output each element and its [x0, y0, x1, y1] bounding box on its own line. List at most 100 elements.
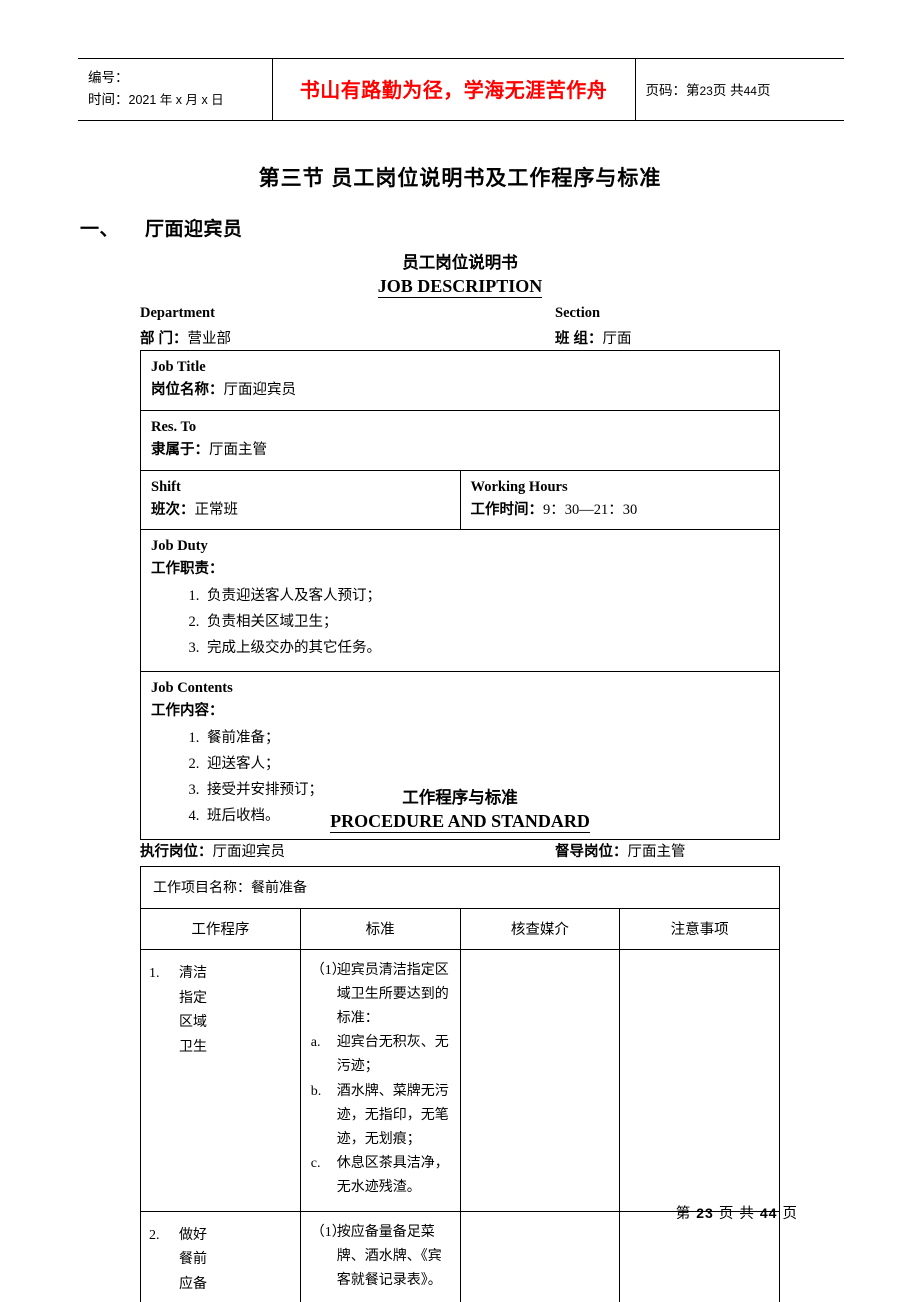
procedure-line: 指定	[179, 990, 207, 1006]
list-item: 负责迎送客人及客人预订；	[203, 584, 769, 610]
job-description-title-cn: 员工岗位说明书	[402, 254, 518, 272]
header-date-line: 时间：2021 年 x 月 x 日	[88, 89, 262, 111]
section-cn-field: 班 组：厅面	[555, 331, 632, 347]
job-contents-cn-label: 工作内容：	[151, 703, 224, 720]
job-title-cell: Job Title 岗位名称：厅面迎宾员	[140, 350, 780, 411]
procedure-line: 区域	[179, 1015, 207, 1030]
page-footer: 第 23 页 共 44 页	[0, 1202, 920, 1223]
project-name-label: 工作项目名称：	[153, 881, 251, 896]
procedure-line: 2. 做好	[149, 1227, 207, 1243]
table-row-job-title: Job Title 岗位名称：厅面迎宾员	[140, 350, 780, 411]
job-title-value: 厅面迎宾员	[223, 382, 297, 399]
header-code-date-cell: 编号： 时间：2021 年 x 月 x 日	[78, 58, 273, 121]
footer-total-pages: 44	[759, 1205, 778, 1221]
column-header-medium: 核查媒介	[459, 908, 621, 950]
medium-cell-1	[459, 949, 621, 1212]
subsection-label: 厅面迎宾员	[145, 219, 243, 240]
department-cn-value: 营业部	[187, 331, 232, 347]
job-duty-cn-label: 工作职责：	[151, 561, 224, 578]
procedure-standard-table: 工作项目名称：餐前准备 工作程序 标准 核查媒介 注意事项 1. 清洁 指定 区域…	[140, 866, 780, 1302]
supervisor-position-field: 督导岗位：厅面主管	[555, 844, 686, 860]
list-item: 迎送客人；	[203, 752, 769, 778]
job-description-title-en: JOB DESCRIPTION	[377, 276, 543, 299]
job-title-cn: 岗位名称：厅面迎宾员	[151, 382, 297, 399]
table-row-res-to: Res. To 隶属于：厅面主管	[140, 409, 780, 471]
job-duty-list: 负责迎送客人及客人预订； 负责相关区域卫生； 完成上级交办的其它任务。	[151, 584, 769, 661]
list-item: 餐前准备；	[203, 726, 769, 752]
shift-cell: Shift 班次：正常班	[140, 469, 461, 531]
shift-en: Shift	[151, 478, 181, 495]
procedure-standard-title-cn: 工作程序与标准	[402, 789, 518, 807]
procedure-cell-2: 2. 做好 餐前 应备	[140, 1210, 301, 1302]
procedure-line: 餐前	[179, 1252, 207, 1268]
section-cn-value: 厅面	[602, 331, 632, 347]
footer-suffix: 页	[782, 1206, 798, 1222]
table-row-job-duty: Job Duty 工作职责： 负责迎送客人及客人预订； 负责相关区域卫生； 完成…	[140, 529, 780, 673]
job-duty-en: Job Duty	[151, 538, 208, 555]
header-code-label: 编号：	[88, 69, 129, 85]
header-row: 编号： 时间：2021 年 x 月 x 日 书山有路勤为径，学海无涯苦作舟 页码…	[78, 58, 844, 121]
res-to-en: Res. To	[151, 418, 197, 435]
procedure-line: 应备	[179, 1276, 207, 1292]
job-description-heading: 员工岗位说明书 JOB DESCRIPTION	[140, 252, 780, 299]
working-hours-cell: Working Hours 工作时间：9：30—21：30	[459, 469, 780, 531]
header-date-label: 时间：	[88, 91, 129, 107]
res-to-cn: 隶属于：厅面主管	[151, 441, 267, 458]
header-page-label: 页码：第	[645, 82, 700, 98]
table-row: 2. 做好 餐前 应备 （1）按应备量备足菜牌、酒水牌、《宾客就餐记录表》。	[140, 1210, 780, 1302]
res-to-cell: Res. To 隶属于：厅面主管	[140, 409, 780, 471]
standard-item: （1）按应备量备足菜牌、酒水牌、《宾客就餐记录表》。	[310, 1224, 442, 1288]
standard-cell-1: （1）迎宾员清洁指定区域卫生所要达到的标准： a. 迎宾台无积灰、无污迹； b. 酒…	[299, 949, 461, 1212]
procedure-line: 卫生	[179, 1039, 207, 1055]
list-item: 负责相关区域卫生；	[203, 610, 769, 636]
document-page: 编号： 时间：2021 年 x 月 x 日 书山有路勤为径，学海无涯苦作舟 页码…	[0, 0, 920, 1302]
procedure-cell-1: 1. 清洁 指定 区域 卫生	[140, 949, 301, 1212]
column-header-notes: 注意事项	[619, 908, 780, 950]
column-header-procedure: 工作程序	[140, 908, 301, 950]
department-en-label: Department	[140, 305, 215, 321]
supervisor-position-value: 厅面主管	[627, 844, 686, 860]
standard-cell-2: （1）按应备量备足菜牌、酒水牌、《宾客就餐记录表》。	[299, 1210, 461, 1302]
project-name-cell: 工作项目名称：餐前准备	[140, 866, 780, 909]
header-motto: 书山有路勤为径，学海无涯苦作舟	[272, 58, 636, 121]
job-title-en: Job Title	[151, 359, 206, 375]
project-name-value: 餐前准备	[251, 881, 307, 896]
medium-cell-2	[459, 1210, 621, 1302]
header-page-suffix: 页	[756, 82, 771, 98]
header-table: 编号： 时间：2021 年 x 月 x 日 书山有路勤为径，学海无涯苦作舟 页码…	[78, 58, 844, 121]
header-page-cell: 页码：第23页 共44页	[635, 58, 844, 121]
notes-cell-2	[619, 1210, 780, 1302]
working-hours-value: 9：30—21：30	[543, 501, 638, 518]
header-page-total: 44	[743, 83, 757, 98]
job-duty-cell: Job Duty 工作职责： 负责迎送客人及客人预订； 负责相关区域卫生； 完成…	[140, 529, 780, 673]
page-header: 编号： 时间：2021 年 x 月 x 日 书山有路勤为径，学海无涯苦作舟 页码…	[78, 58, 844, 121]
shift-value: 正常班	[194, 501, 239, 518]
department-section-row: Department Section 部 门：营业部 班 组：厅面	[140, 305, 780, 349]
procedure-standard-heading: 工作程序与标准 PROCEDURE AND STANDARD	[140, 787, 780, 834]
header-date-value: 2021 年 x 月 x 日	[128, 92, 224, 107]
table-header-row: 工作程序 标准 核查媒介 注意事项	[140, 908, 780, 950]
working-hours-en: Working Hours	[470, 478, 568, 495]
header-page-mid: 页 共	[712, 82, 744, 98]
subsection-heading: 一、 厅面迎宾员	[80, 214, 243, 241]
standard-item: （1）迎宾员清洁指定区域卫生所要达到的标准：	[310, 963, 449, 1026]
procedure-standard-title-en: PROCEDURE AND STANDARD	[330, 811, 590, 834]
footer-mid: 页 共	[718, 1206, 755, 1222]
exec-position-value: 厅面迎宾员	[212, 844, 286, 860]
res-to-value: 厅面主管	[209, 441, 267, 458]
shift-cn: 班次：正常班	[151, 501, 239, 518]
footer-prefix: 第	[675, 1206, 692, 1222]
table-row: 1. 清洁 指定 区域 卫生 （1）迎宾员清洁指定区域卫生所要达到的标准： a. 迎…	[140, 949, 780, 1212]
column-header-standard: 标准	[299, 908, 461, 950]
subsection-number: 一、	[80, 219, 120, 240]
exec-supervisor-row: 执行岗位：厅面迎宾员 督导岗位：厅面主管	[140, 840, 780, 864]
department-cn-field: 部 门：营业部	[140, 331, 232, 347]
table-row-project-name: 工作项目名称：餐前准备	[140, 866, 780, 909]
job-description-table: Job Title 岗位名称：厅面迎宾员 Res. To 隶属于：厅面主管 Sh…	[140, 350, 780, 841]
page-title: 第三节 员工岗位说明书及工作程序与标准	[258, 167, 662, 190]
footer-current-page: 23	[696, 1205, 714, 1221]
table-row-shift-hours: Shift 班次：正常班 Working Hours 工作时间：9：30—21：…	[140, 469, 780, 531]
procedure-line: 1. 清洁	[149, 966, 207, 981]
job-contents-en: Job Contents	[151, 680, 233, 697]
list-item: 完成上级交办的其它任务。	[203, 636, 769, 662]
